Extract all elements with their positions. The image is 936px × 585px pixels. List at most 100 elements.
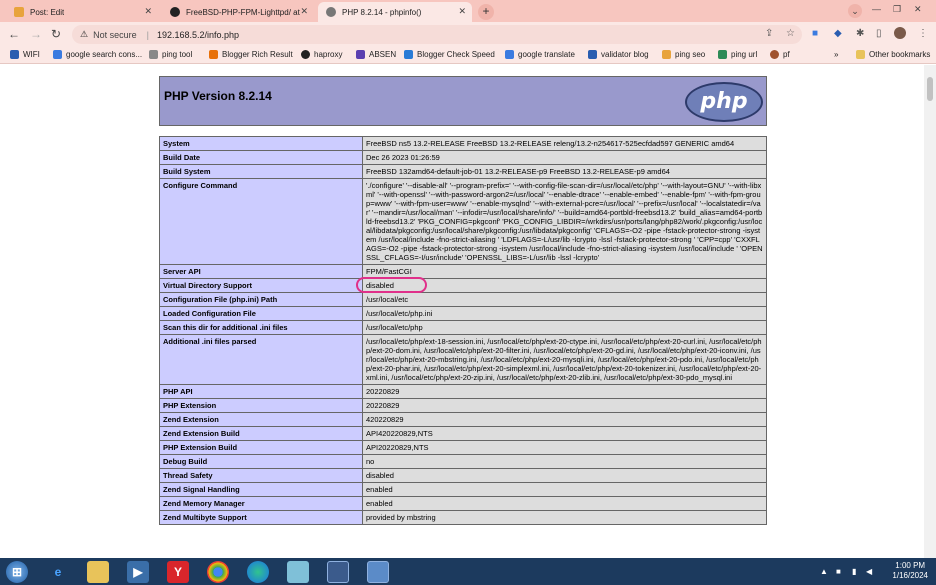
windows-taskbar: ⊞ e ▶ Y ▲ ■ ▮ ◀ 1:00 PM 1/16/2024 xyxy=(0,558,936,585)
table-row: Build System FreeBSD 132amd64-default-job… xyxy=(159,164,767,179)
chrome-icon[interactable] xyxy=(207,561,229,583)
bookmark-label: validator blog xyxy=(601,50,649,59)
volume-icon[interactable]: ◀ xyxy=(866,567,872,576)
row-key: PHP Extension Build xyxy=(159,440,363,455)
bookmark-ping-seo[interactable]: ping seo xyxy=(662,50,705,59)
media-player-icon[interactable]: ▶ xyxy=(127,561,149,583)
row-value: FreeBSD 132amd64-default-job-01 13.2-REL… xyxy=(362,164,767,179)
globe-icon xyxy=(326,7,336,17)
bookmark-icon xyxy=(10,50,19,59)
start-button[interactable]: ⊞ xyxy=(6,561,28,583)
clock[interactable]: 1:00 PM 1/16/2024 xyxy=(892,561,928,581)
row-key: Scan this dir for additional .ini files xyxy=(159,320,363,335)
putty-icon[interactable] xyxy=(327,561,349,583)
share-icon[interactable]: ⇪ xyxy=(765,28,773,39)
extension-icon[interactable]: ◆ xyxy=(834,28,842,39)
row-key: Loaded Configuration File xyxy=(159,306,363,321)
row-key: Thread Safety xyxy=(159,468,363,483)
table-row: Zend Multibyte Support provided by mbstri… xyxy=(159,510,767,525)
address-bar[interactable]: ⚠ Not secure | 192.168.5.2/info.php xyxy=(72,25,802,44)
menu-icon[interactable]: ⋮ xyxy=(918,28,928,39)
browser-toolbar: ← → ↻ ⚠ Not secure | 192.168.5.2/info.ph… xyxy=(0,22,936,46)
tab-github[interactable]: FreeBSD-PHP-FPM-Lighttpd/ at ✕ xyxy=(162,2,314,22)
row-key: Additional .ini files parsed xyxy=(159,334,363,385)
window-close-icon[interactable]: ✕ xyxy=(914,4,922,15)
table-row: PHP Extension Build API20220829,NTS xyxy=(159,440,767,455)
table-row: Zend Signal Handling enabled xyxy=(159,482,767,497)
bookmark-validator-blog[interactable]: validator blog xyxy=(588,50,649,59)
bookmark-icon xyxy=(770,50,779,59)
bookmarks-overflow-icon[interactable]: » xyxy=(834,50,838,59)
table-row: Zend Extension Build API420220829,NTS xyxy=(159,426,767,441)
internet-explorer-icon[interactable]: e xyxy=(47,561,69,583)
bookmark-absen[interactable]: ABSEN xyxy=(356,50,396,59)
divider: | xyxy=(146,29,149,40)
row-key: Server API xyxy=(159,264,363,279)
tab-search-icon[interactable]: ⌄ xyxy=(848,4,862,18)
tray-arrow-icon[interactable]: ▲ xyxy=(820,567,828,576)
tab-label: PHP 8.2.14 - phpinfo() xyxy=(342,7,422,17)
yandex-browser-icon[interactable]: Y xyxy=(167,561,189,583)
bookmark-google-search-console[interactable]: google search cons... xyxy=(53,50,142,59)
bookmark-label: Blogger Check Speed xyxy=(417,50,495,59)
close-icon[interactable]: ✕ xyxy=(300,6,308,17)
bookmark-icon xyxy=(718,50,727,59)
bookmark-ping-url[interactable]: ping url xyxy=(718,50,757,59)
row-key: Zend Extension xyxy=(159,412,363,427)
bookmark-wifi[interactable]: WIFI xyxy=(10,50,40,59)
app-icon[interactable] xyxy=(287,561,309,583)
row-key: Zend Memory Manager xyxy=(159,496,363,511)
row-value: /usr/local/etc/php xyxy=(362,320,767,335)
back-arrow-icon[interactable]: ← xyxy=(8,27,20,41)
puzzle-icon[interactable]: ✱ xyxy=(856,28,864,39)
table-row: Virtual Directory Support disabled xyxy=(159,278,767,293)
php-logo-text: php xyxy=(700,89,748,114)
tab-strip: Post: Edit ✕ FreeBSD-PHP-FPM-Lighttpd/ a… xyxy=(0,0,936,22)
bookmark-blogger-check-speed[interactable]: Blogger Check Speed xyxy=(404,50,495,59)
maximize-icon[interactable]: ❐ xyxy=(893,4,901,15)
bookmark-ping-tool[interactable]: ping tool xyxy=(149,50,192,59)
blogger-favicon-icon xyxy=(14,7,24,17)
network-icon[interactable]: ▮ xyxy=(852,567,856,576)
page-title: PHP Version 8.2.14 xyxy=(164,89,272,103)
close-icon[interactable]: ✕ xyxy=(458,6,466,17)
php-header: PHP Version 8.2.14 php xyxy=(159,76,767,126)
translate-extension-icon[interactable]: ■ xyxy=(812,28,818,39)
minimize-icon[interactable]: — xyxy=(872,4,881,14)
bookmark-icon xyxy=(149,50,158,59)
row-key: System xyxy=(159,136,363,151)
bookmark-google-translate[interactable]: google translate xyxy=(505,50,575,59)
bookmark-blogger-rich-result[interactable]: Blogger Rich Result xyxy=(209,50,293,59)
scrollbar[interactable] xyxy=(924,65,936,558)
tray-app-icon[interactable]: ■ xyxy=(836,567,841,576)
bookmark-haproxy[interactable]: haproxy xyxy=(301,50,342,59)
row-key: PHP API xyxy=(159,384,363,399)
row-key: Zend Signal Handling xyxy=(159,482,363,497)
table-row: Zend Extension 420220829 xyxy=(159,412,767,427)
other-bookmarks[interactable]: Other bookmarks xyxy=(856,50,930,59)
remote-desktop-icon[interactable] xyxy=(367,561,389,583)
table-row: Additional .ini files parsed/usr/local/e… xyxy=(159,334,767,385)
avatar[interactable] xyxy=(894,27,906,39)
forward-arrow-icon[interactable]: → xyxy=(30,27,42,41)
row-key: Configure Command xyxy=(159,178,363,265)
close-icon[interactable]: ✕ xyxy=(144,6,152,17)
bookmark-pf[interactable]: pf xyxy=(770,50,790,59)
row-key: Configuration File (php.ini) Path xyxy=(159,292,363,307)
tab-phpinfo[interactable]: PHP 8.2.14 - phpinfo() ✕ xyxy=(318,2,472,22)
file-explorer-icon[interactable] xyxy=(87,561,109,583)
bookmark-label: ping tool xyxy=(162,50,193,59)
bookmark-icon xyxy=(662,50,671,59)
scrollbar-thumb[interactable] xyxy=(927,77,933,101)
new-tab-button[interactable]: + xyxy=(478,4,494,20)
reload-icon[interactable]: ↻ xyxy=(51,27,61,41)
edge-icon[interactable] xyxy=(247,561,269,583)
row-value: enabled xyxy=(362,482,767,497)
url-text[interactable]: 192.168.5.2/info.php xyxy=(157,30,239,40)
star-icon[interactable]: ☆ xyxy=(786,28,795,39)
sidebar-icon[interactable]: ▯ xyxy=(876,28,882,39)
tab-post-edit[interactable]: Post: Edit ✕ xyxy=(6,2,158,22)
row-key: Zend Extension Build xyxy=(159,426,363,441)
row-value: enabled xyxy=(362,496,767,511)
bookmark-icon xyxy=(505,50,514,59)
